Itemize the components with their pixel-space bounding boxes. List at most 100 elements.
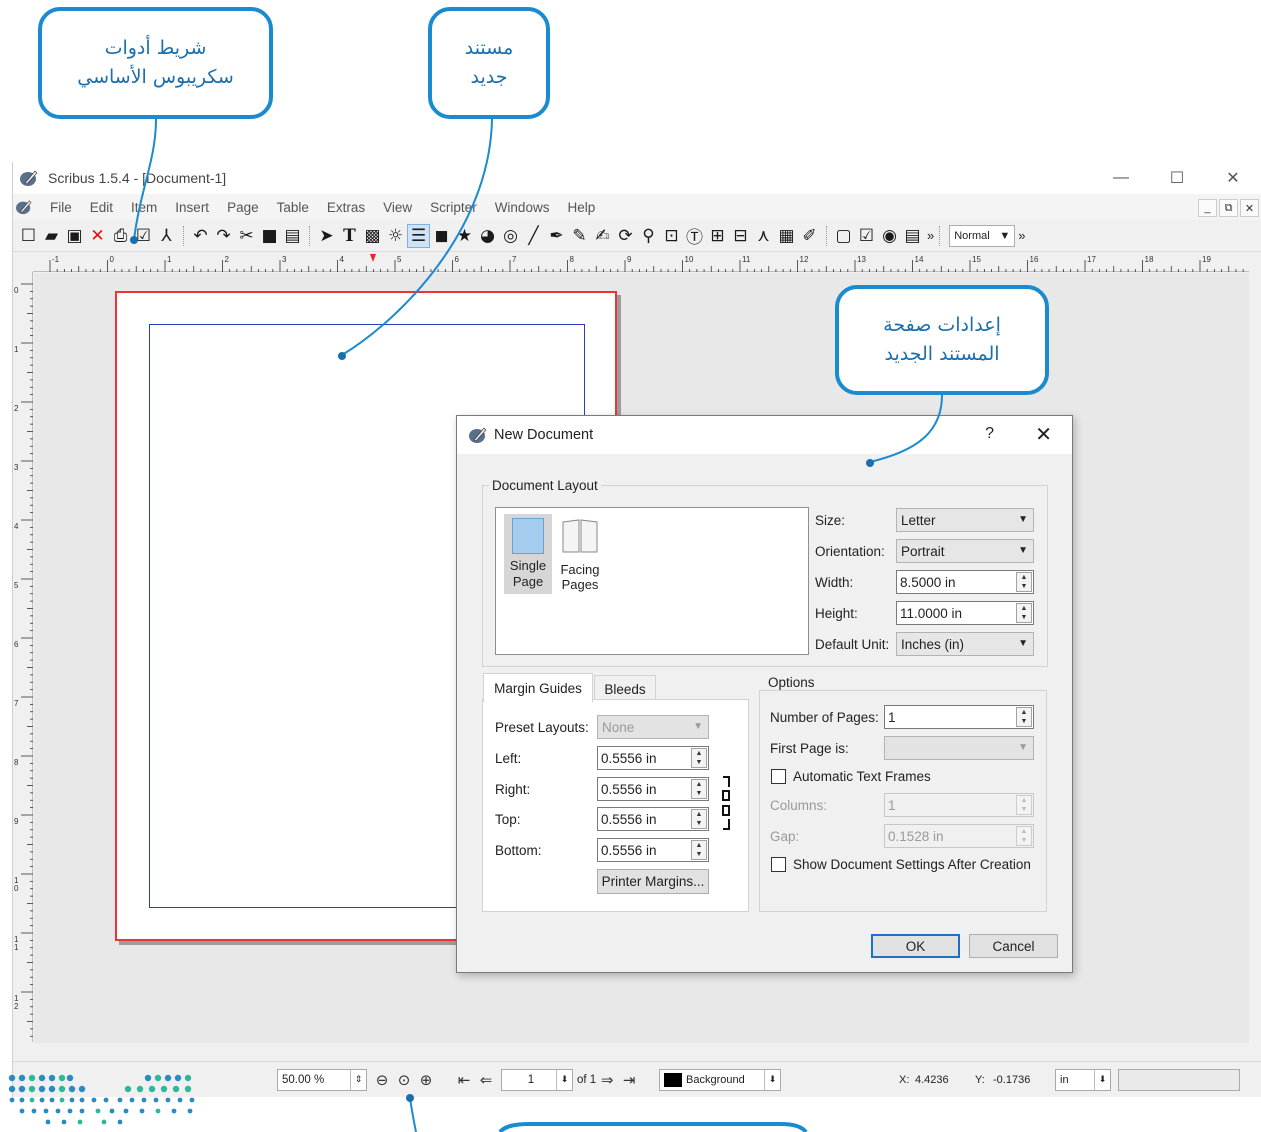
previous-page-icon[interactable]: ⇐ [475,1071,497,1089]
line-icon[interactable]: ╱ [522,224,545,248]
undo-icon[interactable]: ↶ [189,224,212,248]
save-icon[interactable]: ▣ [63,224,86,248]
zoom-field[interactable]: 50.00 % ⇕ [277,1068,367,1091]
arc-icon[interactable]: ◕ [476,224,499,248]
zoom-in-icon[interactable]: ⊕ [415,1071,437,1089]
horizontal-ruler[interactable]: -1 0 1 2 3 4 5 6 7 8 9 10 11 12 13 14 15 16 17 18 19 [33,254,1251,272]
left-margin-stepper[interactable]: ▲ ▼ [691,748,707,768]
automatic-text-frames-box[interactable] [771,769,786,784]
calligraphic-line-icon[interactable]: ✍ [591,224,614,248]
close-button[interactable]: ✕ [1205,162,1261,194]
zoom-stepper[interactable]: ⇕ [350,1069,366,1090]
minimize-button[interactable]: — [1093,162,1149,194]
left-margin-field[interactable]: 0.5556 in ▲ ▼ [597,746,709,770]
toolbar-overflow-button-2[interactable]: » [1018,228,1025,243]
doc-minimize-button[interactable]: _ [1198,199,1217,217]
bottom-margin-field[interactable]: 0.5556 in ▲ ▼ [597,838,709,862]
top-margin-field[interactable]: 0.5556 in ▲ ▼ [597,807,709,831]
default-unit-select[interactable]: Inches (in) ▼ [896,632,1034,656]
vertical-ruler[interactable]: 0123456789101112 [13,272,33,1042]
last-page-icon[interactable]: ⇥ [618,1071,640,1089]
facing-pages-option[interactable]: Facing Pages [556,514,604,594]
size-select[interactable]: Letter ▼ [896,508,1034,532]
vertical-scrollbar[interactable] [1249,254,1261,1044]
toolbar-overflow-button[interactable]: » [927,228,934,243]
freehand-line-icon[interactable]: ✎ [568,224,591,248]
zoom-100-icon[interactable]: ⊙ [393,1071,415,1089]
measurements-icon[interactable]: ⋏ [752,224,775,248]
first-page-select[interactable]: ▼ [884,736,1034,760]
redo-icon[interactable]: ↷ [212,224,235,248]
document-menu-icon[interactable] [15,199,33,215]
preview-mode-select[interactable]: Normal ▼ [949,224,1016,247]
menu-file[interactable]: File [50,200,72,215]
bottom-margin-stepper[interactable]: ▲ ▼ [691,840,707,860]
ok-button[interactable]: OK [871,934,960,958]
select-pointer-icon[interactable]: ➤ [315,224,338,248]
unlink-frames-icon[interactable]: ⊟ [729,224,752,248]
edit-contents-icon[interactable]: ⊡ [660,224,683,248]
table-icon[interactable]: ☰ [407,223,430,248]
width-field[interactable]: 8.5000 in ▲ ▼ [896,570,1034,594]
horizontal-scrollbar[interactable] [13,1043,1250,1059]
show-settings-checkbox[interactable]: Show Document Settings After Creation [771,857,1031,872]
unit-select[interactable]: in ⬇ [1055,1068,1111,1091]
menu-edit[interactable]: Edit [90,200,113,215]
tab-bleeds[interactable]: Bleeds [594,675,656,702]
close-document-icon[interactable]: ✕ [86,224,109,248]
menu-help[interactable]: Help [567,200,595,215]
layer-select[interactable]: Background ⬇ [659,1068,781,1091]
single-page-option[interactable]: Single Page [504,514,552,594]
tab-margin-guides[interactable]: Margin Guides [483,673,593,702]
help-button[interactable]: ? [985,425,994,443]
menu-windows[interactable]: Windows [495,200,550,215]
page-number-field[interactable]: 1 ⬇ [501,1068,573,1091]
new-document-icon[interactable]: ☐ [17,224,40,248]
image-frame-icon[interactable]: ▩ [361,224,384,248]
spiral-icon[interactable]: ◎ [499,224,522,248]
doc-restore-button[interactable]: ⧉ [1219,199,1238,217]
right-margin-stepper[interactable]: ▲ ▼ [691,779,707,799]
menu-extras[interactable]: Extras [327,200,365,215]
link-frames-icon[interactable]: ⊞ [706,224,729,248]
height-field[interactable]: 11.0000 in ▲ ▼ [896,601,1034,625]
cancel-button[interactable]: Cancel [969,934,1058,958]
menu-insert[interactable]: Insert [175,200,209,215]
columns-stepper[interactable]: ▲ ▼ [1016,795,1032,815]
pdf-push-button-icon[interactable]: ▢ [832,224,855,248]
open-icon[interactable]: ▰ [40,224,63,248]
top-margin-stepper[interactable]: ▲ ▼ [691,809,707,829]
menu-table[interactable]: Table [277,200,309,215]
pdf-radio-button-icon[interactable]: ◉ [878,224,901,248]
edit-text-icon[interactable]: Ⓣ [683,224,706,248]
height-stepper[interactable]: ▲ ▼ [1016,603,1032,623]
polygon-star-icon[interactable]: ★ [453,224,476,248]
paste-icon[interactable]: ▤ [281,224,304,248]
orientation-select[interactable]: Portrait ▼ [896,539,1034,563]
gap-field[interactable]: 0.1528 in ▲ ▼ [884,824,1034,848]
dialog-close-button[interactable]: ✕ [1035,422,1052,447]
pdf-checkbox-icon[interactable]: ☑ [855,224,878,248]
maximize-button[interactable]: ☐ [1149,162,1205,194]
gap-stepper[interactable]: ▲ ▼ [1016,826,1032,846]
first-page-icon[interactable]: ⇤ [453,1071,475,1089]
rotate-item-icon[interactable]: ⟳ [614,224,637,248]
cut-icon[interactable]: ✂ [235,224,258,248]
page-select-arrow[interactable]: ⬇ [556,1069,572,1090]
copy-properties-icon[interactable]: ▦ [775,224,798,248]
menu-scripter[interactable]: Scripter [430,200,477,215]
menu-page[interactable]: Page [227,200,259,215]
link-margins-icon[interactable] [721,775,731,831]
show-settings-box[interactable] [771,857,786,872]
unit-select-arrow[interactable]: ⬇ [1094,1069,1110,1090]
number-of-pages-field[interactable]: 1 ▲ ▼ [884,705,1034,729]
width-stepper[interactable]: ▲ ▼ [1016,572,1032,592]
shape-icon[interactable]: ◼ [430,224,453,248]
pdf-list-box-icon[interactable]: ▤ [901,224,924,248]
columns-field[interactable]: 1 ▲ ▼ [884,793,1034,817]
text-frame-icon[interactable]: T [338,224,361,248]
preset-layouts-select[interactable]: None ▼ [597,715,709,739]
eye-dropper-icon[interactable]: ✐ [798,224,821,248]
menu-view[interactable]: View [383,200,412,215]
printer-margins-button[interactable]: Printer Margins... [597,869,709,894]
